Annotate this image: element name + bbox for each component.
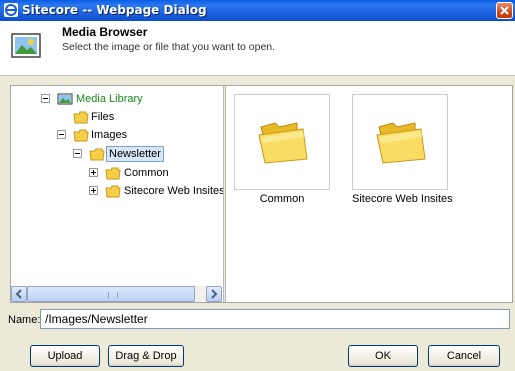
thumbnail-label: Sitecore Web Insites	[352, 193, 453, 205]
drag-drop-button[interactable]: Drag & Drop	[108, 345, 184, 367]
ok-button[interactable]: OK	[348, 345, 418, 367]
thumbnail-label: Common	[259, 193, 305, 205]
collapse-icon[interactable]	[41, 94, 50, 103]
thumbnail-item[interactable]: Sitecore Web Insites	[352, 94, 453, 205]
thumbnail-view: Common Sitecore Web Insites	[226, 86, 512, 302]
upload-button[interactable]: Upload	[30, 345, 100, 367]
folder-icon	[258, 122, 308, 164]
collapse-icon[interactable]	[73, 149, 82, 158]
tree-label-sitecore-web-insites: Sitecore Web Insites	[124, 185, 223, 197]
tree-label-newsletter: Newsletter	[106, 146, 164, 162]
name-input[interactable]: /Images/Newsletter	[40, 309, 510, 329]
arrow-left-icon	[15, 289, 22, 299]
folder-icon	[105, 167, 121, 180]
folder-icon	[73, 111, 89, 124]
dialog-subtitle: Select the image or file that you want t…	[62, 41, 276, 53]
media-browser-icon	[11, 33, 41, 58]
ie-icon	[4, 3, 18, 17]
folder-tree[interactable]: Media Library Files Images Newsletter Co…	[11, 86, 223, 286]
expand-icon[interactable]	[89, 186, 98, 195]
close-icon	[500, 6, 509, 15]
thumbnail-item[interactable]: Common	[234, 94, 330, 205]
browser-panel: Media Library Files Images Newsletter Co…	[10, 85, 513, 303]
name-label: Name:	[8, 314, 41, 326]
expand-icon[interactable]	[89, 168, 98, 177]
folder-icon	[73, 129, 89, 142]
tree-horizontal-scrollbar[interactable]	[11, 286, 222, 302]
window-title: Sitecore -- Webpage Dialog	[22, 3, 207, 17]
thumbnail-frame	[234, 94, 330, 190]
folder-icon	[376, 122, 426, 164]
scrollbar-thumb[interactable]	[27, 286, 195, 302]
cancel-button[interactable]: Cancel	[428, 345, 500, 367]
scroll-right-button[interactable]	[206, 286, 222, 302]
dialog-header: Media Browser Select the image or file t…	[0, 21, 515, 76]
title-bar: Sitecore -- Webpage Dialog	[0, 0, 515, 21]
tree-label-images: Images	[91, 129, 128, 141]
tree-label-files: Files	[91, 111, 115, 123]
tree-label-common: Common	[124, 167, 169, 179]
tree-label-media-library: Media Library	[76, 93, 143, 105]
media-library-icon	[57, 93, 73, 105]
arrow-right-icon	[211, 289, 218, 299]
dialog-title: Media Browser	[62, 25, 148, 39]
collapse-icon[interactable]	[57, 130, 66, 139]
folder-icon	[89, 148, 105, 161]
scroll-left-button[interactable]	[11, 286, 27, 302]
close-button[interactable]	[496, 2, 513, 19]
folder-icon	[105, 185, 121, 198]
thumbnail-frame	[352, 94, 448, 190]
